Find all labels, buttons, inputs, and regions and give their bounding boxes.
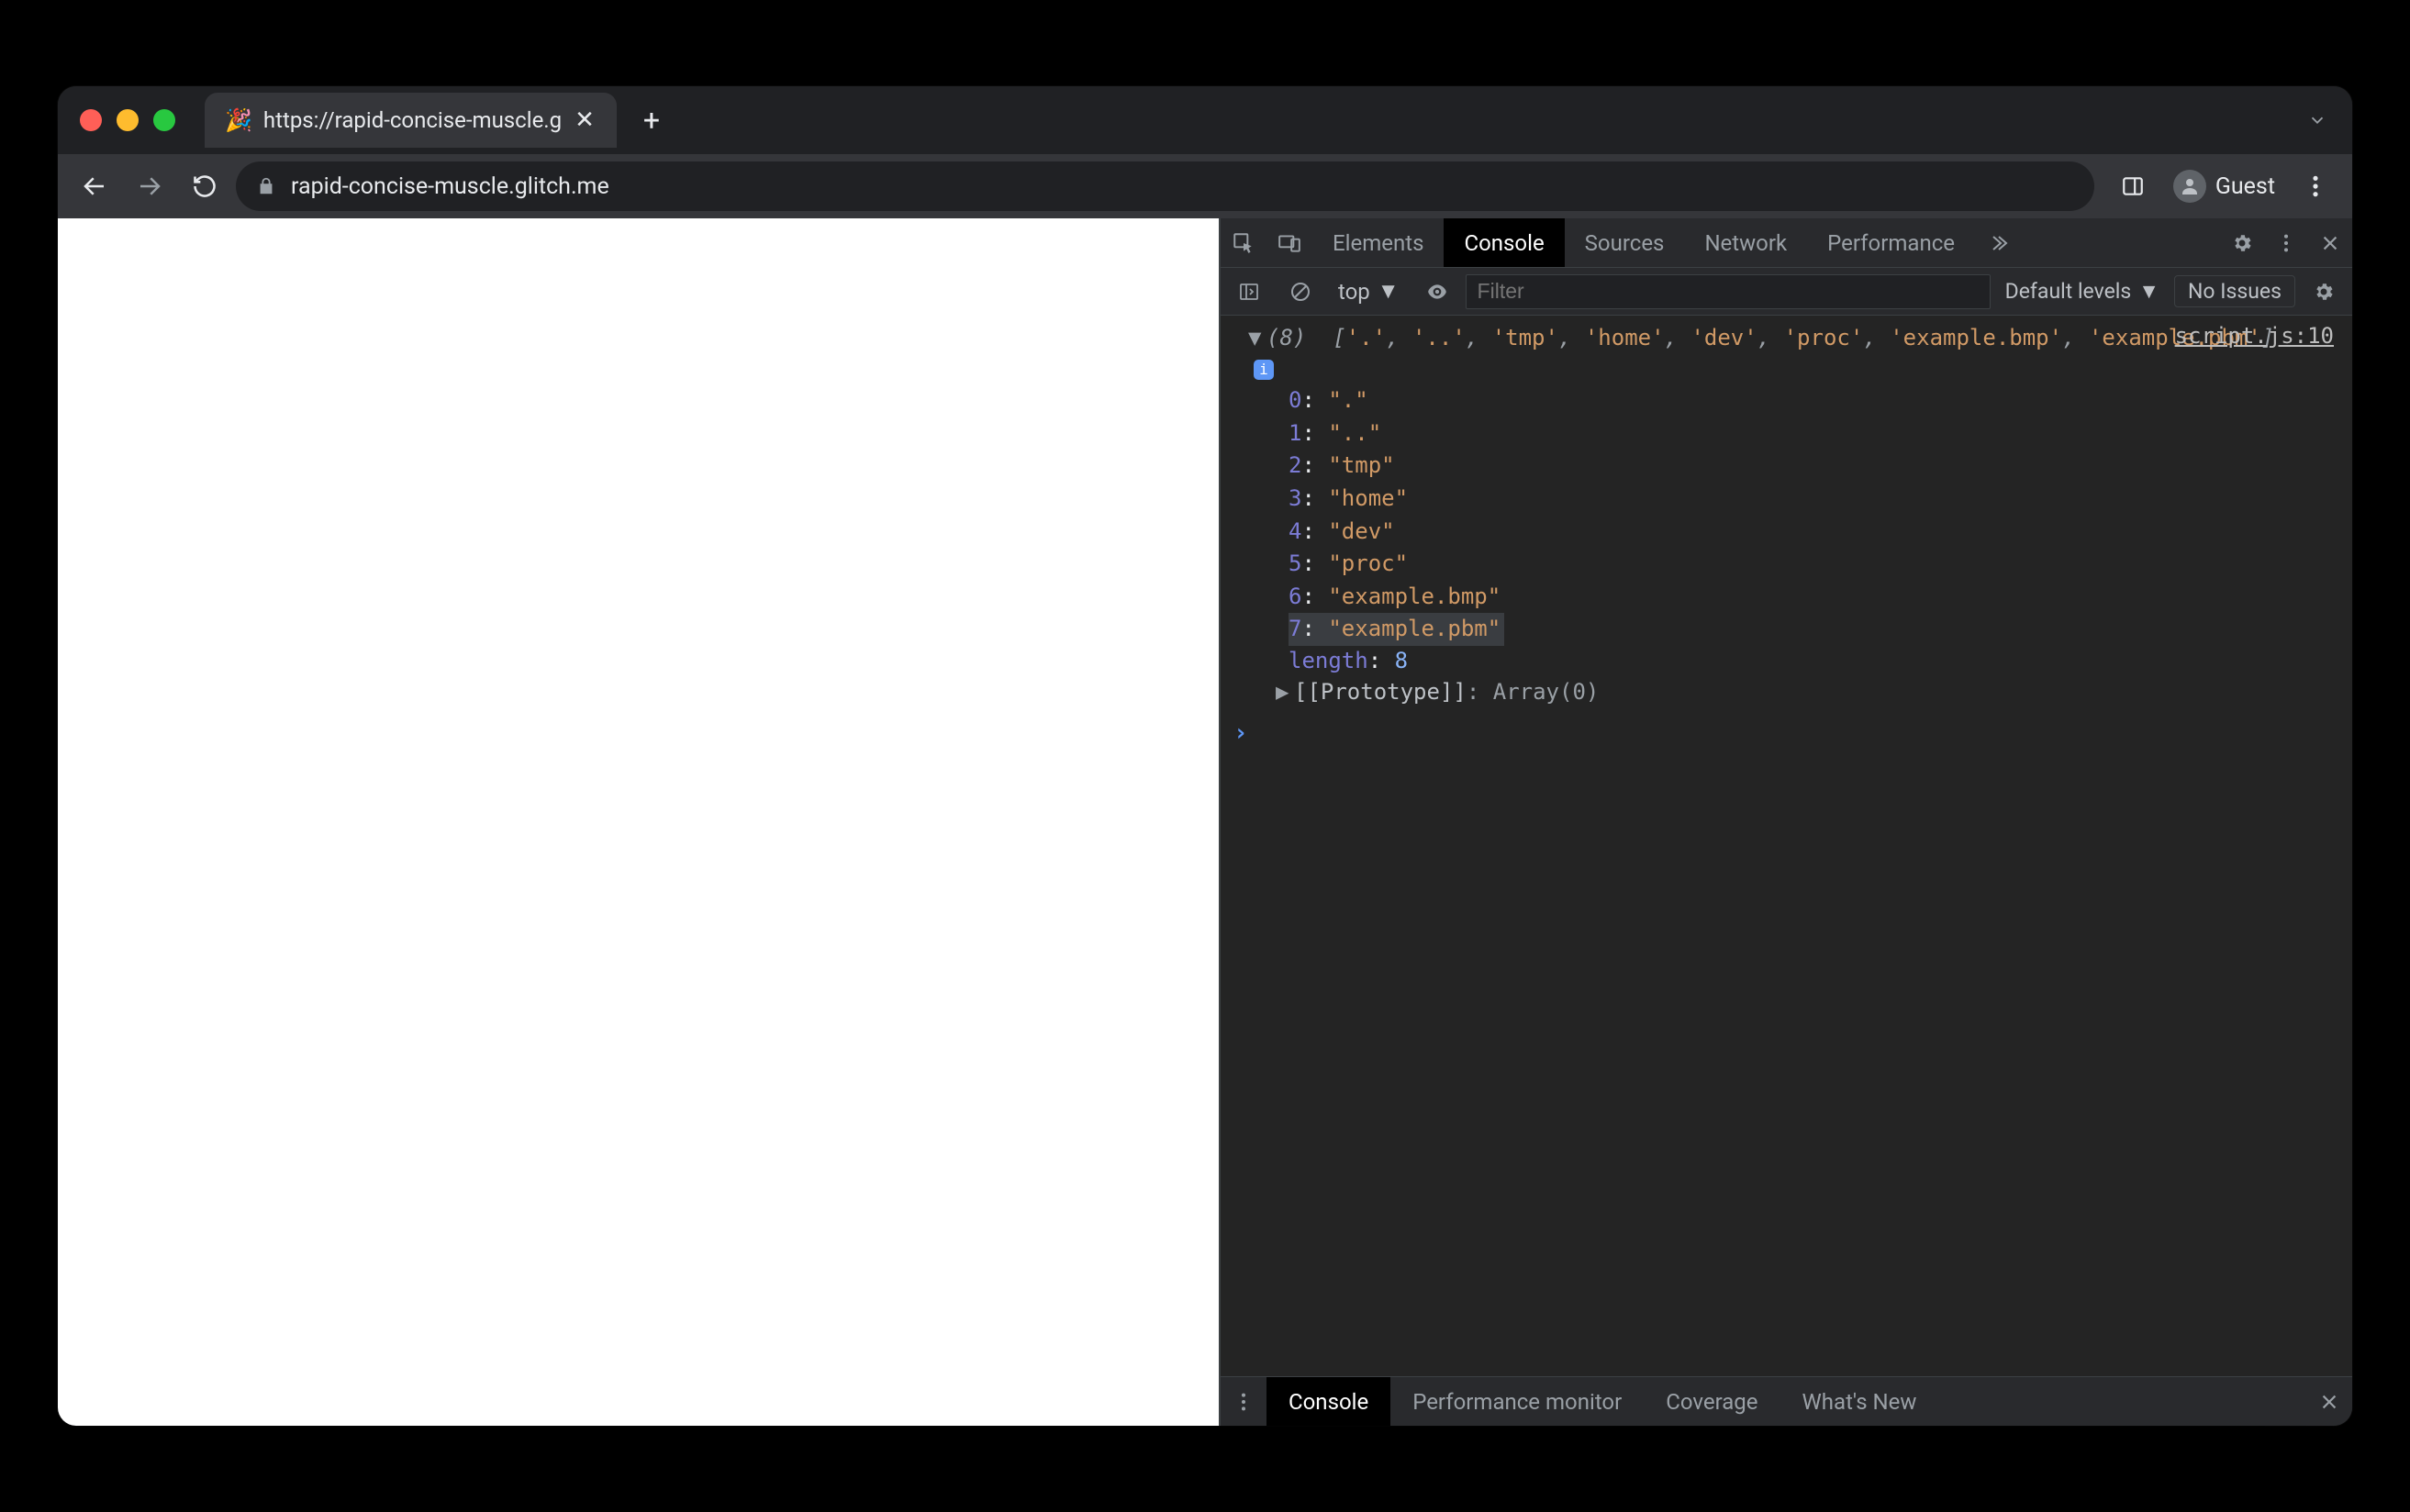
- clear-console-button[interactable]: [1278, 281, 1323, 303]
- log-levels-selector[interactable]: Default levels ▼: [1996, 279, 2169, 304]
- lock-icon: [256, 176, 276, 196]
- rendered-page[interactable]: [58, 218, 1219, 1426]
- forward-button[interactable]: [126, 162, 173, 210]
- array-expanded-items: 0: "."1: ".."2: "tmp"3: "home"4: "dev"5:…: [1248, 384, 2341, 646]
- console-toolbar: top ▼ Default levels ▼ No Issues: [1221, 268, 2352, 316]
- console-filter-input[interactable]: [1466, 274, 1991, 309]
- drawer-tab-perf-monitor[interactable]: Performance monitor: [1390, 1377, 1644, 1426]
- tab-elements[interactable]: Elements: [1312, 218, 1444, 267]
- context-label: top: [1338, 279, 1370, 305]
- tab-strip: 🎉 https://rapid-concise-muscle.g ✕ +: [58, 86, 2352, 154]
- console-output[interactable]: script.js:10 ▼(8) ['.', '..', 'tmp', 'ho…: [1221, 316, 2352, 1376]
- profile-button[interactable]: Guest: [2166, 166, 2282, 206]
- reload-button[interactable]: [181, 162, 229, 210]
- drawer-menu-button[interactable]: [1221, 1377, 1266, 1426]
- devtools-close-button[interactable]: [2308, 233, 2352, 253]
- maximize-window-button[interactable]: [153, 109, 175, 131]
- array-length-row: length: 8: [1248, 646, 2341, 677]
- array-entry-row[interactable]: 2: "tmp": [1289, 450, 1395, 483]
- array-entry-row[interactable]: 4: "dev": [1289, 516, 1395, 549]
- context-selector[interactable]: top ▼: [1329, 278, 1409, 305]
- console-settings-button[interactable]: [2301, 281, 2347, 303]
- issues-button[interactable]: No Issues: [2174, 275, 2295, 307]
- browser-window: 🎉 https://rapid-concise-muscle.g ✕ +: [58, 86, 2352, 1426]
- array-summary-item: '..': [1412, 325, 1466, 350]
- drawer-close-button[interactable]: [2306, 1377, 2352, 1426]
- array-entry-row[interactable]: 6: "example.bmp": [1289, 581, 1501, 614]
- profile-label: Guest: [2215, 173, 2275, 200]
- array-summary-item: '.': [1346, 325, 1386, 350]
- array-summary-item: 'tmp': [1492, 325, 1558, 350]
- close-window-button[interactable]: [80, 109, 102, 131]
- drawer-tab-coverage[interactable]: Coverage: [1644, 1377, 1780, 1426]
- url-text: rapid-concise-muscle.glitch.me: [291, 173, 609, 200]
- array-summary-item: 'dev': [1690, 325, 1757, 350]
- array-entry-row[interactable]: 1: "..": [1289, 417, 1381, 450]
- side-panel-button[interactable]: [2109, 162, 2157, 210]
- info-badge-icon[interactable]: i: [1254, 360, 1274, 380]
- window-controls: [71, 109, 188, 131]
- chevron-down-icon: ▼: [1378, 278, 1400, 305]
- drawer-tab-whats-new[interactable]: What's New: [1780, 1377, 1939, 1426]
- inspect-element-button[interactable]: [1221, 218, 1266, 267]
- array-entry-row[interactable]: 5: "proc": [1289, 548, 1408, 581]
- array-entry-row[interactable]: 0: ".": [1289, 384, 1368, 417]
- devtools-menu-button[interactable]: [2264, 233, 2308, 253]
- disclosure-triangle-icon[interactable]: ▼: [1248, 323, 1266, 354]
- back-button[interactable]: [71, 162, 118, 210]
- minimize-window-button[interactable]: [117, 109, 139, 131]
- device-toolbar-button[interactable]: [1266, 218, 1312, 267]
- chevron-down-icon: ▼: [2138, 279, 2159, 304]
- content-area: Elements Console Sources Network Perform…: [58, 218, 2352, 1426]
- tab-title: https://rapid-concise-muscle.g: [263, 107, 562, 133]
- console-prompt[interactable]: ›: [1221, 711, 2352, 755]
- browser-toolbar: rapid-concise-muscle.glitch.me Guest: [58, 154, 2352, 218]
- array-entry-row[interactable]: 3: "home": [1289, 483, 1408, 516]
- source-link[interactable]: script.js:10: [2175, 321, 2334, 352]
- browser-tab[interactable]: 🎉 https://rapid-concise-muscle.g ✕: [205, 93, 617, 148]
- browser-menu-button[interactable]: [2292, 162, 2339, 210]
- drawer-tab-console[interactable]: Console: [1266, 1377, 1390, 1426]
- avatar-icon: [2173, 170, 2206, 203]
- tab-overflow-button[interactable]: [2295, 98, 2339, 142]
- console-log-entry[interactable]: ▼(8) ['.', '..', 'tmp', 'home', 'dev', '…: [1221, 316, 2352, 711]
- tab-favicon-icon: 🎉: [225, 107, 252, 133]
- live-expression-button[interactable]: [1414, 280, 1460, 304]
- tab-sources[interactable]: Sources: [1565, 218, 1685, 267]
- array-summary-item: 'example.bmp': [1890, 325, 2062, 350]
- log-levels-label: Default levels: [2005, 279, 2132, 304]
- devtools-tab-bar: Elements Console Sources Network Perform…: [1221, 218, 2352, 268]
- close-tab-button[interactable]: ✕: [573, 108, 597, 132]
- array-length-label: (8): [1266, 325, 1306, 350]
- more-tabs-button[interactable]: [1975, 218, 2021, 267]
- devtools-drawer: Console Performance monitor Coverage Wha…: [1221, 1376, 2352, 1426]
- devtools-panel: Elements Console Sources Network Perform…: [1219, 218, 2352, 1426]
- array-summary-item: 'home': [1585, 325, 1665, 350]
- tab-performance[interactable]: Performance: [1807, 218, 1975, 267]
- tab-console[interactable]: Console: [1444, 218, 1564, 267]
- devtools-settings-button[interactable]: [2220, 232, 2264, 254]
- prototype-row[interactable]: ▶[[Prototype]]: Array(0): [1248, 677, 2341, 708]
- toggle-sidebar-button[interactable]: [1226, 281, 1272, 303]
- tab-network[interactable]: Network: [1684, 218, 1807, 267]
- array-entry-row[interactable]: 7: "example.pbm": [1289, 613, 1504, 646]
- address-bar[interactable]: rapid-concise-muscle.glitch.me: [236, 161, 2094, 211]
- new-tab-button[interactable]: +: [630, 98, 674, 142]
- array-summary-item: 'proc': [1784, 325, 1864, 350]
- disclosure-triangle-icon[interactable]: ▶: [1276, 677, 1294, 708]
